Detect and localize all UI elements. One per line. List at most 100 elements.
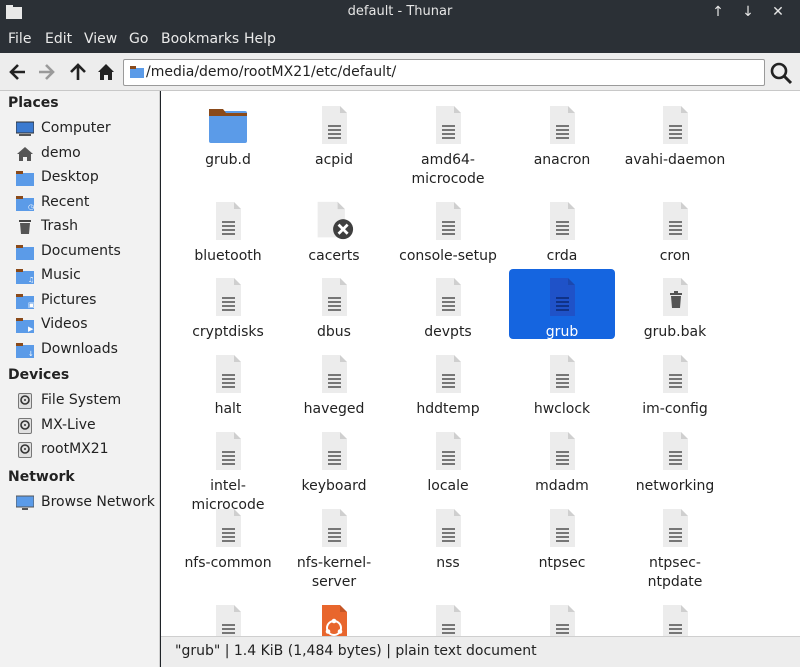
documents-folder-icon (16, 244, 34, 260)
file-item[interactable]: crda (509, 193, 615, 264)
file-name: im-config (642, 401, 708, 417)
text-file-icon (208, 201, 248, 241)
file-item[interactable]: ntpsec-ntpdate (622, 500, 728, 590)
file-name: acpid (315, 152, 353, 168)
file-item[interactable] (175, 596, 281, 636)
sidebar-item-label: demo (41, 144, 81, 161)
text-file-icon (208, 508, 248, 548)
sidebar-item-rootmx21[interactable]: rootMX21 (14, 439, 158, 461)
text-file-icon (655, 105, 695, 145)
sidebar-item-label: Desktop (41, 169, 99, 185)
drive-icon (16, 417, 34, 434)
text-file-icon (542, 431, 582, 471)
file-item[interactable]: console-setup (395, 193, 501, 264)
ubuntu-file-icon (314, 604, 354, 636)
file-name: locale (427, 478, 469, 494)
sidebar-item-documents[interactable]: Documents (14, 241, 158, 263)
menu-go[interactable]: Go (129, 31, 148, 47)
text-file-icon (542, 105, 582, 145)
sidebar-item-label: Documents (41, 242, 121, 259)
parent-folder-button[interactable] (66, 60, 90, 84)
menu-edit[interactable]: Edit (45, 31, 72, 47)
text-file-icon (314, 105, 354, 145)
backup-file-icon (655, 277, 695, 317)
sidebar-item-music[interactable]: ♫ Music (14, 265, 158, 287)
file-name: nfs-kernel-server (296, 555, 372, 590)
file-item[interactable]: amd64- microcode (395, 97, 501, 187)
title-bar: default - Thunar ↑ ↓ ✕ (0, 0, 800, 26)
forward-button[interactable] (34, 60, 58, 84)
music-folder-icon: ♫ (16, 268, 34, 284)
file-item[interactable]: grub.d (175, 97, 281, 168)
sidebar-item-pictures[interactable]: ▣ Pictures (14, 290, 158, 312)
file-item[interactable]: anacron (509, 97, 615, 168)
sidebar: Places Computer demo Desktop ◷ Recent Trash Do… (0, 91, 160, 667)
text-file-icon (208, 431, 248, 471)
sidebar-item-mx-live[interactable]: MX-Live (14, 415, 158, 437)
sidebar-item-computer[interactable]: Computer (14, 118, 158, 140)
file-item[interactable] (509, 596, 615, 636)
file-item[interactable]: intel-microcode (175, 423, 281, 513)
sidebar-item-videos[interactable]: ▶ Videos (14, 314, 158, 336)
file-item[interactable]: acpid (281, 97, 387, 168)
file-item[interactable] (622, 596, 728, 636)
sidebar-item-downloads[interactable]: ↓ Downloads (14, 339, 158, 361)
file-item[interactable]: cron (622, 193, 728, 264)
file-item[interactable]: bluetooth (175, 193, 281, 264)
file-item[interactable]: dbus (281, 269, 387, 340)
file-item[interactable]: avahi-daemon (622, 97, 728, 168)
file-name: avahi-daemon (624, 152, 726, 168)
file-name: console-setup (399, 248, 497, 264)
sidebar-item-demo[interactable]: demo (14, 143, 158, 165)
file-view[interactable]: grub.d acpid amd64- microcode anacron ava… (161, 91, 800, 636)
file-name: networking (635, 478, 715, 494)
sidebar-item-trash[interactable]: Trash (14, 216, 158, 238)
network-icon (15, 495, 35, 511)
minimize-button[interactable]: ↓ (738, 2, 758, 22)
file-item[interactable]: haveged (281, 346, 387, 417)
places-header: Places (8, 95, 59, 111)
file-item[interactable]: grub.bak (622, 269, 728, 340)
file-item[interactable]: ntpsec (509, 500, 615, 571)
window-title: default - Thunar (347, 4, 453, 19)
sidebar-item-file-system[interactable]: File System (14, 390, 158, 412)
file-item[interactable]: networking (622, 423, 728, 494)
file-item[interactable]: nfs-common (175, 500, 281, 571)
file-item[interactable] (395, 596, 501, 636)
menu-view[interactable]: View (84, 31, 117, 47)
file-item[interactable]: cryptdisks (175, 269, 281, 340)
menu-bookmarks[interactable]: Bookmarks (161, 31, 239, 47)
file-item[interactable]: hwclock (509, 346, 615, 417)
text-file-icon (655, 604, 695, 636)
back-button[interactable] (6, 60, 30, 84)
home-icon (16, 146, 34, 162)
file-item[interactable]: devpts (395, 269, 501, 340)
drive-icon (16, 442, 34, 458)
sidebar-item-browse-network[interactable]: Browse Network (14, 492, 158, 514)
file-item[interactable]: im-config (622, 346, 728, 417)
file-item[interactable]: nss (395, 500, 501, 571)
sidebar-item-label: Trash (41, 218, 78, 234)
keep-above-button[interactable]: ↑ (708, 2, 728, 22)
file-item[interactable] (281, 596, 387, 636)
file-item[interactable]: nfs-kernel-server (281, 500, 387, 590)
search-icon (770, 62, 793, 85)
sidebar-item-recent[interactable]: ◷ Recent (14, 192, 158, 214)
file-item[interactable]: cacerts (281, 193, 387, 264)
file-item[interactable]: grub (509, 269, 615, 340)
drive-icon (16, 393, 34, 409)
text-file-icon (208, 277, 248, 317)
home-button[interactable] (94, 60, 118, 84)
close-window-button[interactable]: ✕ (768, 2, 788, 22)
menu-file[interactable]: File (8, 31, 31, 47)
search-button[interactable] (768, 60, 794, 86)
file-item[interactable]: mdadm (509, 423, 615, 494)
trash-icon (16, 219, 34, 235)
file-item[interactable]: hddtemp (395, 346, 501, 417)
location-bar[interactable]: /media/demo/rootMX21/etc/default/ (123, 59, 765, 86)
file-item[interactable]: halt (175, 346, 281, 417)
file-item[interactable]: locale (395, 423, 501, 494)
menu-help[interactable]: Help (244, 31, 276, 47)
sidebar-item-desktop[interactable]: Desktop (14, 167, 158, 189)
file-item[interactable]: keyboard (281, 423, 387, 494)
